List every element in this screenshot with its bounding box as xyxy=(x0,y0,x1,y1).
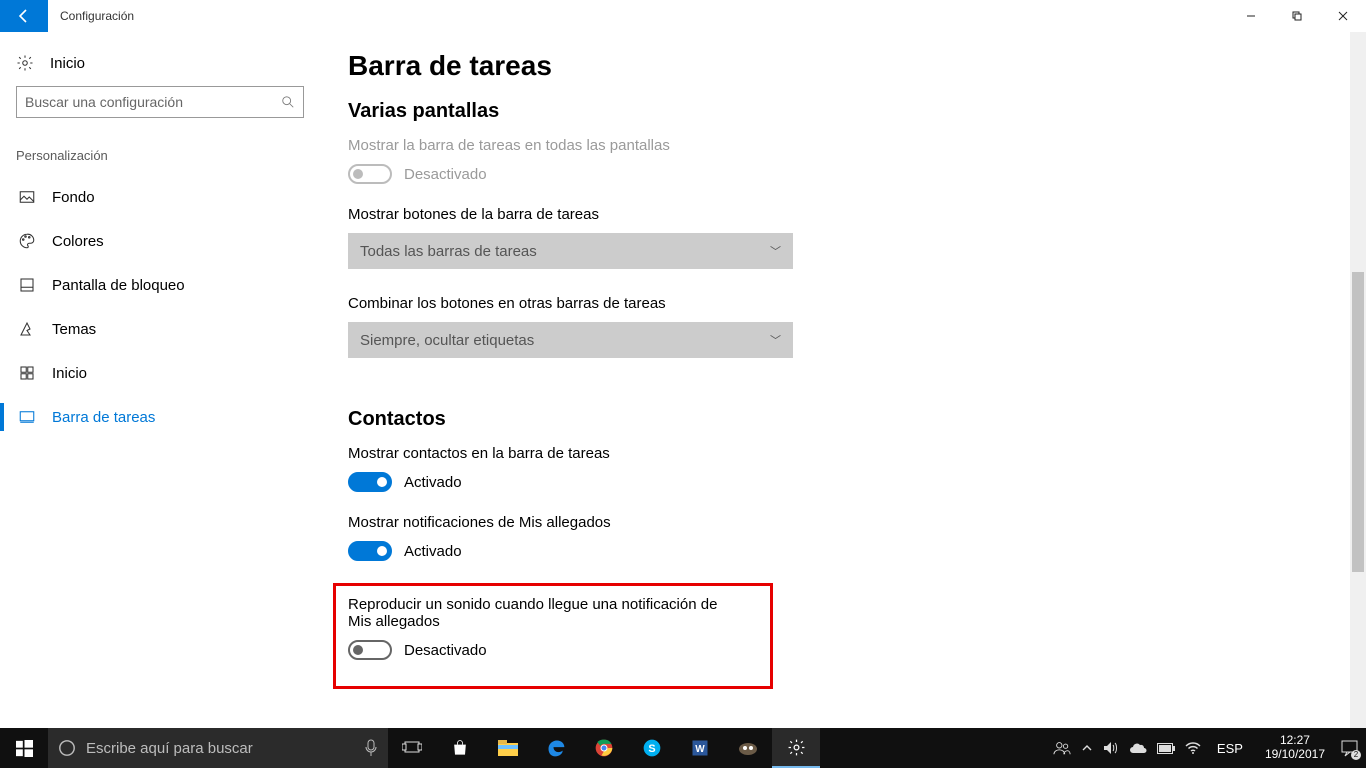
sidebar-item-barra-tareas[interactable]: Barra de tareas xyxy=(16,395,304,439)
taskbar-app-edge[interactable] xyxy=(532,728,580,768)
volume-icon[interactable] xyxy=(1103,741,1119,755)
main-pane: Barra de tareas Varias pantallas Mostrar… xyxy=(320,32,1366,728)
back-button[interactable] xyxy=(0,0,48,32)
clock[interactable]: 12:27 19/10/2017 xyxy=(1259,734,1331,762)
battery-icon[interactable] xyxy=(1157,743,1175,754)
sidebar-item-label: Fondo xyxy=(52,189,95,206)
search-input[interactable]: Buscar una configuración xyxy=(16,86,304,118)
start-button[interactable] xyxy=(0,728,48,768)
sidebar-item-pantalla-bloqueo[interactable]: Pantalla de bloqueo xyxy=(16,263,304,307)
system-tray: ESP 12:27 19/10/2017 2 xyxy=(1045,728,1366,768)
sidebar-home-label: Inicio xyxy=(50,55,85,72)
titlebar: Configuración xyxy=(0,0,1366,32)
picture-icon xyxy=(18,188,36,206)
svg-text:S: S xyxy=(648,743,655,755)
palette-icon xyxy=(18,232,36,250)
sidebar-item-label: Colores xyxy=(52,233,104,250)
action-center-icon[interactable]: 2 xyxy=(1341,740,1358,757)
tray-chevron-icon[interactable] xyxy=(1081,742,1093,754)
sidebar-item-label: Temas xyxy=(52,321,96,338)
people-icon[interactable] xyxy=(1053,740,1071,756)
setting-label: Mostrar la barra de tareas en todas las … xyxy=(348,137,1338,154)
taskbar-app-settings[interactable] xyxy=(772,728,820,768)
dropdown-show-buttons[interactable]: Todas las barras de tareas ﹀ xyxy=(348,233,793,269)
section-varias-pantallas: Varias pantallas xyxy=(348,100,1338,123)
taskview-button[interactable] xyxy=(388,728,436,768)
chevron-down-icon: ﹀ xyxy=(770,243,781,259)
setting-contacts-notif: Mostrar notificaciones de Mis allegados … xyxy=(348,514,1338,561)
maximize-button[interactable] xyxy=(1274,0,1320,32)
toggle-contacts-notif[interactable] xyxy=(348,541,392,561)
setting-combine: Combinar los botones en otras barras de … xyxy=(348,295,1338,358)
toggle-contacts-show[interactable] xyxy=(348,472,392,492)
taskbar-app-word[interactable]: W xyxy=(676,728,724,768)
toggle-state: Activado xyxy=(404,474,462,491)
sidebar-home[interactable]: Inicio xyxy=(16,46,304,86)
highlighted-setting: Reproducir un sonido cuando llegue una n… xyxy=(333,583,773,689)
gear-icon xyxy=(16,54,34,72)
close-button[interactable] xyxy=(1320,0,1366,32)
sidebar-item-label: Inicio xyxy=(52,365,87,382)
taskbar: Escribe aquí para buscar S W ESP 12:27 xyxy=(0,728,1366,768)
toggle-contacts-sound[interactable] xyxy=(348,640,392,660)
setting-label: Mostrar botones de la barra de tareas xyxy=(348,206,1338,223)
search-icon xyxy=(281,95,295,109)
mic-icon[interactable] xyxy=(364,739,378,757)
svg-text:W: W xyxy=(695,744,705,755)
taskbar-app-chrome[interactable] xyxy=(580,728,628,768)
sidebar-item-label: Pantalla de bloqueo xyxy=(52,277,185,294)
taskbar-app-explorer[interactable] xyxy=(484,728,532,768)
sidebar-item-label: Barra de tareas xyxy=(52,409,155,426)
sidebar-item-colores[interactable]: Colores xyxy=(16,219,304,263)
clock-time: 12:27 xyxy=(1265,734,1325,748)
setting-label: Mostrar notificaciones de Mis allegados xyxy=(348,514,1338,531)
page-title: Barra de tareas xyxy=(348,50,1338,82)
setting-label: Combinar los botones en otras barras de … xyxy=(348,295,1338,312)
setting-label: Reproducir un sonido cuando llegue una n… xyxy=(348,596,738,630)
dropdown-value: Todas las barras de tareas xyxy=(360,243,537,260)
taskbar-icon xyxy=(18,408,36,426)
setting-label: Mostrar contactos en la barra de tareas xyxy=(348,445,1338,462)
sidebar-section-label: Personalización xyxy=(16,148,304,163)
scrollbar[interactable] xyxy=(1350,32,1366,728)
start-icon xyxy=(18,364,36,382)
minimize-button[interactable] xyxy=(1228,0,1274,32)
section-contactos: Contactos xyxy=(348,408,1338,431)
sidebar-item-inicio[interactable]: Inicio xyxy=(16,351,304,395)
scrollbar-thumb[interactable] xyxy=(1352,272,1364,572)
cortana-icon xyxy=(58,739,76,757)
onedrive-icon[interactable] xyxy=(1129,742,1147,754)
dropdown-combine[interactable]: Siempre, ocultar etiquetas ﹀ xyxy=(348,322,793,358)
toggle-state: Desactivado xyxy=(404,642,487,659)
taskbar-search-placeholder: Escribe aquí para buscar xyxy=(86,740,253,757)
setting-show-all-displays: Mostrar la barra de tareas en todas las … xyxy=(348,137,1338,184)
themes-icon xyxy=(18,320,36,338)
taskbar-app-gimp[interactable] xyxy=(724,728,772,768)
setting-contacts-show: Mostrar contactos en la barra de tareas … xyxy=(348,445,1338,492)
wifi-icon[interactable] xyxy=(1185,742,1201,755)
setting-show-buttons: Mostrar botones de la barra de tareas To… xyxy=(348,206,1338,269)
taskbar-search[interactable]: Escribe aquí para buscar xyxy=(48,728,388,768)
taskbar-app-store[interactable] xyxy=(436,728,484,768)
sidebar-item-fondo[interactable]: Fondo xyxy=(16,175,304,219)
toggle-state: Activado xyxy=(404,543,462,560)
clock-date: 19/10/2017 xyxy=(1265,748,1325,762)
setting-contacts-sound: Reproducir un sonido cuando llegue una n… xyxy=(348,596,758,660)
language-indicator[interactable]: ESP xyxy=(1211,741,1249,756)
toggle-show-all-displays xyxy=(348,164,392,184)
window-title: Configuración xyxy=(48,0,146,32)
taskbar-app-skype[interactable]: S xyxy=(628,728,676,768)
sidebar: Inicio Buscar una configuración Personal… xyxy=(0,32,320,728)
toggle-state: Desactivado xyxy=(404,166,487,183)
dropdown-value: Siempre, ocultar etiquetas xyxy=(360,332,534,349)
search-placeholder: Buscar una configuración xyxy=(25,94,183,110)
chevron-down-icon: ﹀ xyxy=(770,332,781,348)
sidebar-item-temas[interactable]: Temas xyxy=(16,307,304,351)
lockscreen-icon xyxy=(18,276,36,294)
